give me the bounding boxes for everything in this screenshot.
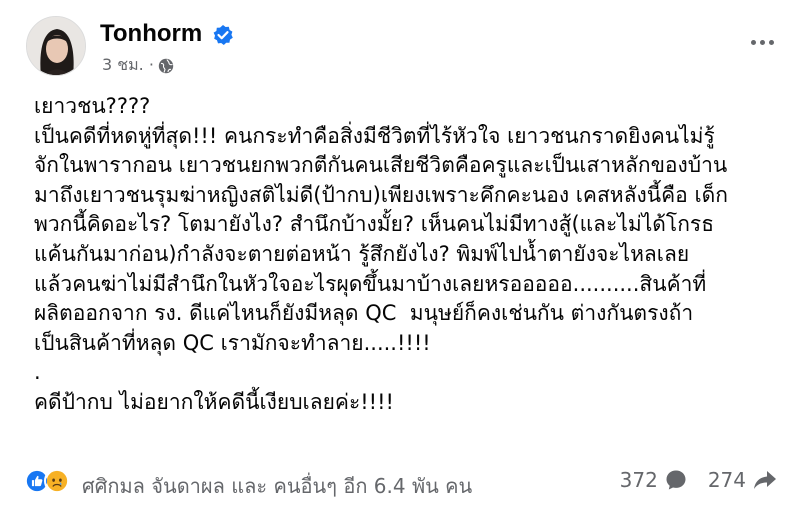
post-line: ผลิตออกจาก รง. ดีแค่ไหนก็ยังมีหลุด QC มน… (34, 301, 694, 326)
more-options-dot (759, 39, 765, 45)
reaction-summary[interactable]: ศศิกมล จันดาผล และ คนอื่นๆ อีก 6.4 พัน ค… (82, 470, 472, 502)
comment-count[interactable]: 372 (620, 468, 658, 492)
post-line: เป็นสินค้าที่หลุด QC เรามักจะทำลาย.....!… (34, 330, 431, 355)
verified-badge-icon (213, 25, 233, 45)
post-line: เยาวชน???? (34, 94, 151, 118)
share-icon[interactable] (752, 468, 778, 492)
post-line: คดีป้ากบ ไม่อยากให้คดีนี้เงียบเลยค่ะ!!!! (34, 389, 394, 414)
post-line: แล้วคนฆ่าไม่มีสำนึกในหัวใจอะไรผุดขึ้นมาบ… (34, 271, 707, 296)
share-count[interactable]: 274 (708, 468, 746, 492)
globe-icon (158, 58, 174, 73)
reaction-icons[interactable] (24, 468, 70, 494)
post-line: จักในพารากอน เยาวชนยกพวกตีกันคนเสียชีวิต… (34, 153, 728, 178)
avatar[interactable] (26, 16, 86, 76)
post-line: เป็นคดีที่หดหู่ที่สุด!!! คนกระทำคือสิ่งม… (34, 123, 715, 148)
post-meta: 3 ชม. · (102, 53, 174, 78)
post-body: เยาวชน???? เป็นคดีที่หดหู่ที่สุด!!! คนกร… (34, 92, 774, 418)
post-timestamp[interactable]: 3 ชม. · (102, 53, 154, 78)
comment-icon[interactable] (664, 468, 688, 492)
post-header: Tonhorm 3 ชม. · (26, 16, 786, 80)
engagement-counts: 372 274 (620, 468, 778, 492)
avatar-image (27, 17, 85, 75)
more-options-dot (768, 39, 774, 45)
author-name[interactable]: Tonhorm (100, 20, 202, 48)
post-line: แค้นกันมาก่อน)กำลังจะตายต่อหน้า รู้สึกยั… (34, 241, 690, 266)
post-line: . (34, 360, 41, 385)
post-footer: ศศิกมล จันดาผล และ คนอื่นๆ อีก 6.4 พัน ค… (24, 462, 780, 502)
post-line: มาถึงเยาวชนรุมฆ่าหญิงสติไม่ดี(ป้ากบ)เพีย… (34, 182, 728, 207)
more-options-dot (750, 39, 756, 45)
sad-reaction-icon (44, 468, 70, 494)
post-line: พวกนี้คิดอะไร? โตมายังไง? สำนึกบ้างมั้ย?… (34, 212, 715, 237)
more-options-button[interactable] (744, 24, 780, 60)
